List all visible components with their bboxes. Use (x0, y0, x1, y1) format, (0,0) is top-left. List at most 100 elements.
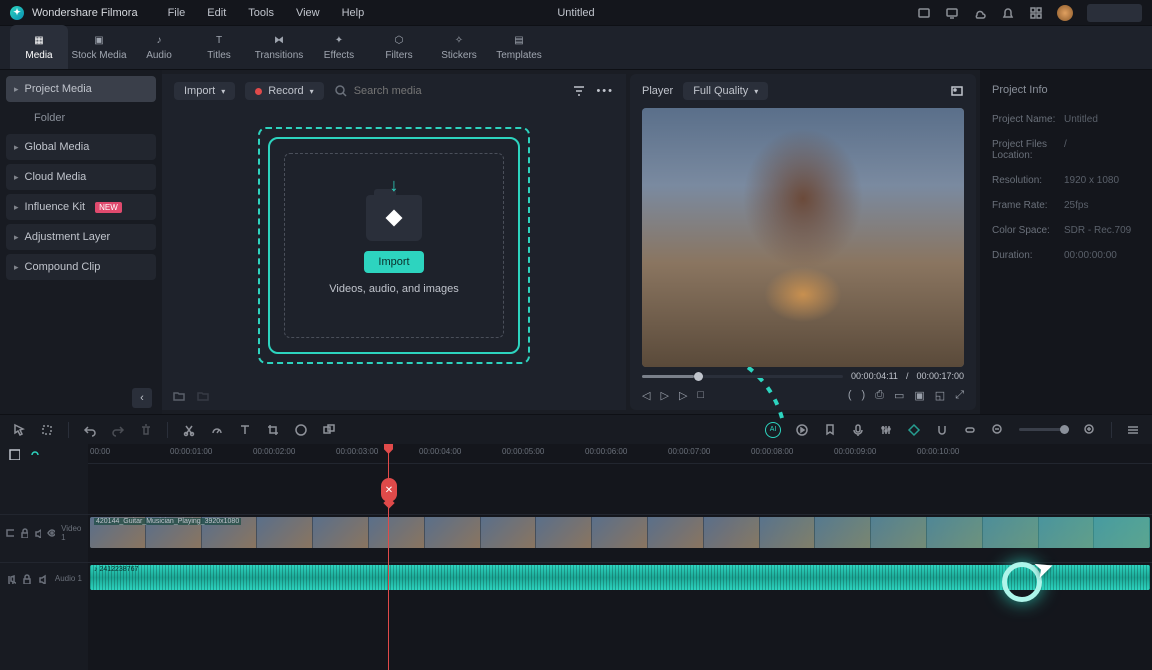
menu-help[interactable]: Help (342, 7, 365, 19)
keyframe-toggle-icon[interactable] (907, 423, 921, 437)
tab-stickers[interactable]: ✧Stickers (430, 25, 488, 69)
sidebar-item-compound-clip[interactable]: ▸Compound Clip (6, 254, 156, 280)
sidebar-item-project-media[interactable]: ▸Project Media (6, 76, 156, 102)
video-clip[interactable]: 420144_Guitar_Musician_Playing_3920x1080 (90, 517, 1150, 548)
tv-icon[interactable] (945, 6, 959, 20)
mute-icon[interactable] (38, 574, 48, 584)
search-input[interactable] (354, 85, 563, 97)
media-sidebar: ▸Project Media Folder ▸Global Media ▸Clo… (0, 70, 162, 414)
import-dropdown[interactable]: Import▾ (174, 82, 235, 100)
lock-icon[interactable] (20, 528, 28, 538)
timeline-link-icon[interactable] (28, 448, 40, 460)
zoom-in-icon[interactable] (1083, 423, 1097, 437)
player-label: Player (642, 85, 673, 97)
export-button[interactable] (1087, 4, 1142, 22)
sidebar-item-adjustment-layer[interactable]: ▸Adjustment Layer (6, 224, 156, 250)
category-tabs: ▦Media ▣Stock Media ♪Audio TTitles ⧓Tran… (0, 26, 1152, 70)
tab-effects[interactable]: ✦Effects (310, 25, 368, 69)
undo-icon[interactable] (83, 423, 97, 437)
color-icon[interactable] (294, 423, 308, 437)
group-icon[interactable] (322, 423, 336, 437)
playhead-marker[interactable]: ✕ (381, 478, 397, 502)
search-icon (334, 84, 348, 98)
ratio-icon[interactable]: ◱ (935, 389, 945, 402)
tab-stock-media[interactable]: ▣Stock Media (70, 25, 128, 69)
import-button[interactable]: Import (364, 251, 423, 273)
pointer-tool-icon[interactable] (12, 423, 26, 437)
tab-audio[interactable]: ♪Audio (130, 25, 188, 69)
user-avatar[interactable] (1057, 5, 1073, 21)
snap-icon[interactable] (935, 423, 949, 437)
sidebar-item-global-media[interactable]: ▸Global Media (6, 134, 156, 160)
marker-add-icon[interactable] (823, 423, 837, 437)
crop-icon[interactable] (266, 423, 280, 437)
record-dot-icon (255, 88, 262, 95)
stop-button[interactable]: □ (697, 389, 704, 402)
more-icon[interactable]: ••• (596, 85, 614, 97)
mute-icon[interactable] (34, 528, 42, 538)
timeline-menu-icon[interactable] (8, 448, 20, 460)
image-icon[interactable] (950, 84, 964, 98)
preview-viewport[interactable] (642, 108, 964, 367)
redo-icon[interactable] (111, 423, 125, 437)
timeline-view-icon[interactable] (1126, 423, 1140, 437)
timeline-ruler[interactable]: 00:00 00:00:01:00 00:00:02:00 00:00:03:0… (88, 444, 1152, 464)
delete-icon[interactable] (139, 423, 153, 437)
info-title: Project Info (992, 84, 1140, 96)
lock-icon[interactable] (22, 574, 32, 584)
markers-icon[interactable]: ▭ (894, 389, 904, 402)
media-panel: Import▾ Record▾ ••• ↓ Import Vide (162, 74, 626, 410)
menu-view[interactable]: View (296, 7, 320, 19)
timeline-toolbar: AI (0, 414, 1152, 444)
link-icon[interactable] (963, 423, 977, 437)
tab-titles[interactable]: TTitles (190, 25, 248, 69)
mixer-icon[interactable] (879, 423, 893, 437)
audio-track-header[interactable]: Audio 1 (0, 562, 88, 594)
bracket-out-icon[interactable]: ) (861, 389, 865, 402)
tab-filters[interactable]: ⬡Filters (370, 25, 428, 69)
sidebar-item-cloud-media[interactable]: ▸Cloud Media (6, 164, 156, 190)
display-icon[interactable] (917, 6, 931, 20)
import-dropzone[interactable]: ↓ Import Videos, audio, and images (284, 153, 504, 338)
sidebar-item-influence-kit[interactable]: ▸Influence KitNEW (6, 194, 156, 220)
video-track-1[interactable]: 420144_Guitar_Musician_Playing_3920x1080 (88, 514, 1152, 550)
video-track-header[interactable]: Video 1 (0, 514, 88, 550)
cloud-icon[interactable] (973, 6, 987, 20)
tab-media[interactable]: ▦Media (10, 25, 68, 69)
sidebar-sub-folder[interactable]: Folder (6, 106, 156, 130)
preview-progress-bar[interactable] (642, 375, 843, 378)
menu-file[interactable]: File (168, 7, 186, 19)
zoom-out-icon[interactable] (991, 423, 1005, 437)
visibility-icon[interactable] (47, 528, 55, 538)
record-dropdown[interactable]: Record▾ (245, 82, 323, 100)
play-button[interactable]: ▷ (660, 389, 668, 402)
sidebar-collapse-button[interactable]: ‹ (132, 388, 152, 408)
select-tool-icon[interactable] (40, 423, 54, 437)
prev-frame-button[interactable]: ◁ (642, 389, 650, 402)
safe-zone-icon[interactable]: ▣ (914, 389, 924, 402)
cut-icon[interactable] (182, 423, 196, 437)
ai-badge-icon[interactable]: AI (765, 422, 781, 438)
next-frame-button[interactable]: ▷ (679, 389, 687, 402)
tab-templates[interactable]: ▤Templates (490, 25, 548, 69)
render-icon[interactable] (795, 423, 809, 437)
text-icon[interactable] (238, 423, 252, 437)
apps-icon[interactable] (1029, 6, 1043, 20)
capture-icon[interactable]: ⎙ (875, 389, 884, 402)
timeline-tracks-area[interactable]: 00:00 00:00:01:00 00:00:02:00 00:00:03:0… (88, 444, 1152, 670)
voiceover-icon[interactable] (851, 423, 865, 437)
speed-icon[interactable] (210, 423, 224, 437)
bracket-in-icon[interactable]: ( (848, 389, 852, 402)
filter-icon[interactable] (572, 84, 586, 98)
bell-icon[interactable] (1001, 6, 1015, 20)
menu-tools[interactable]: Tools (248, 7, 274, 19)
zoom-slider[interactable] (1019, 428, 1069, 431)
new-bin-icon[interactable] (196, 389, 210, 403)
audio-clip[interactable]: ♪ 2412238767 (90, 565, 1150, 590)
fullscreen-icon[interactable]: ⤢ (955, 389, 964, 402)
quality-dropdown[interactable]: Full Quality ▾ (683, 82, 768, 100)
new-folder-icon[interactable] (172, 389, 186, 403)
menu-edit[interactable]: Edit (207, 7, 226, 19)
tab-transitions[interactable]: ⧓Transitions (250, 25, 308, 69)
audio-track-1[interactable]: ♪ 2412238767 (88, 562, 1152, 592)
